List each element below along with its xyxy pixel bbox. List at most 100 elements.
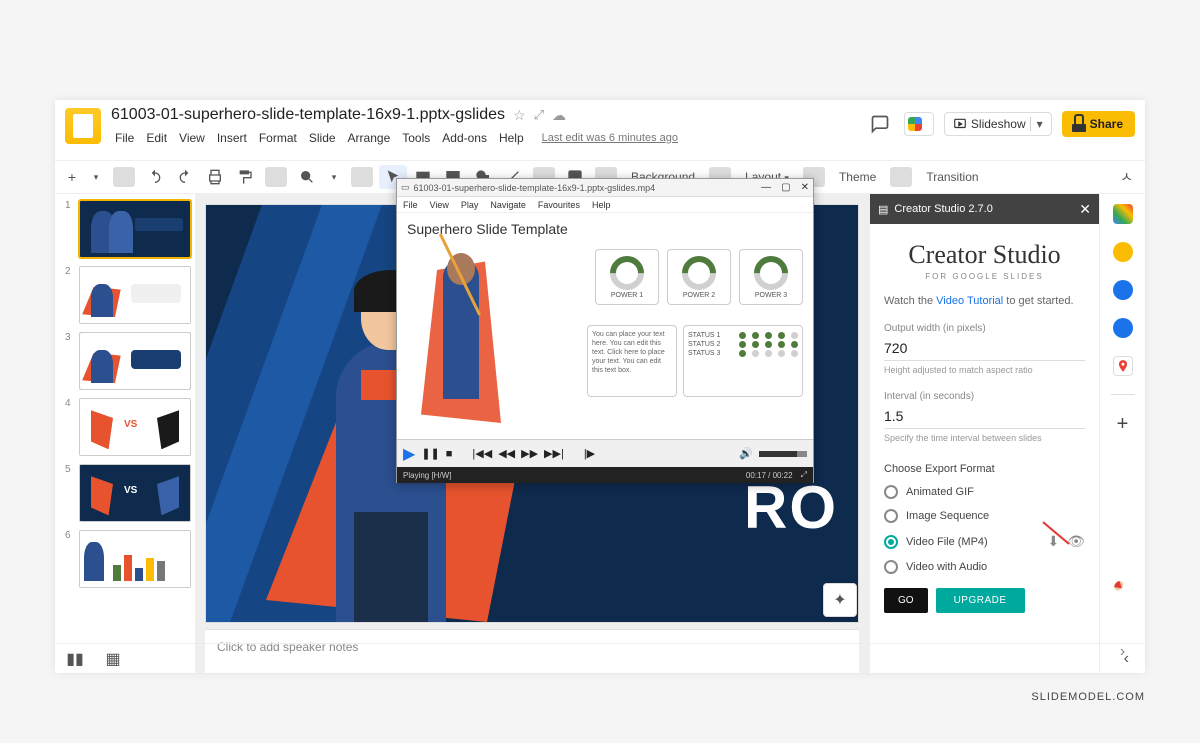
format-imgseq[interactable]: Image Sequence [884,509,1085,523]
rewind-icon[interactable]: ◀◀ [498,447,515,460]
video-textbox: You can place your text here. You can ed… [587,325,677,397]
slideshow-button[interactable]: Slideshow ▾ [944,112,1052,136]
menu-view[interactable]: View [175,129,209,147]
menu-edit[interactable]: Edit [142,129,171,147]
keep-icon[interactable] [1113,242,1133,262]
contacts-icon[interactable] [1113,318,1133,338]
menu-format[interactable]: Format [255,129,301,147]
media-player-window[interactable]: ▭ 61003-01-superhero-slide-template-16x9… [396,178,814,483]
width-label: Output width (in pixels) [884,323,1085,334]
fullscreen-icon[interactable]: ⤢ [801,470,807,480]
interval-hint: Specify the time interval between slides [884,433,1085,443]
format-gif[interactable]: Animated GIF [884,485,1085,499]
close-addon-icon[interactable]: ✕ [1079,201,1091,218]
collapse-filmstrip-icon[interactable]: ‹ [1124,650,1137,668]
volume-slider[interactable] [759,451,807,457]
player-menu-help[interactable]: Help [592,200,611,210]
player-time: 00:17 / 00:22 [746,471,793,480]
thumbnail-3[interactable] [79,332,191,390]
video-hero-illustration [421,253,501,423]
menu-tools[interactable]: Tools [398,129,434,147]
maps-icon[interactable] [1113,356,1133,376]
slides-logo[interactable] [65,108,101,144]
addon-sidebar: ▤ Creator Studio 2.7.0 ✕ Creator Studio … [869,194,1099,673]
undo-icon[interactable] [141,165,169,189]
filmstrip-view-icon[interactable]: ▮▮ [63,649,87,669]
new-slide-icon[interactable]: + [61,165,83,189]
maximize-icon[interactable]: ▢ [781,182,790,193]
zoom-dropdown-icon[interactable]: ▾ [323,168,345,187]
player-menu-view[interactable]: View [430,200,449,210]
view-bar: ▮▮ ▦ ‹ [55,643,1145,673]
slideshow-dropdown-icon[interactable]: ▾ [1030,117,1043,131]
prev-track-icon[interactable]: |◀◀ [472,447,492,460]
format-audio[interactable]: Video with Audio [884,560,1085,574]
toolbar-collapse-icon[interactable]: ㅅ [1114,163,1139,191]
transition-button[interactable]: Transition [918,166,986,188]
interval-input[interactable]: 1.5 [884,404,1085,429]
menu-slide[interactable]: Slide [305,129,340,147]
comments-icon[interactable] [866,110,894,138]
meet-icon[interactable] [904,112,934,136]
star-icon[interactable]: ☆ [513,107,526,124]
explore-button[interactable]: ✦ [823,583,857,617]
addon-title: Creator Studio 2.7.0 [894,203,992,215]
cloud-icon[interactable]: ☁ [552,107,566,124]
format-mp4[interactable]: Video File (MP4) ⬇👁 [884,533,1085,550]
power-2: POWER 2 [667,249,731,305]
pause-icon[interactable]: ❚❚ [421,447,439,460]
redo-icon[interactable] [171,165,199,189]
player-menu-favourites[interactable]: Favourites [538,200,580,210]
go-button[interactable]: GO [884,588,928,613]
side-panel: + › [1099,194,1145,673]
thumbnail-5[interactable]: VS [79,464,191,522]
thumbnail-6[interactable] [79,530,191,588]
grid-view-icon[interactable]: ▦ [101,649,125,669]
close-window-icon[interactable]: ✕ [801,182,809,193]
thumbnail-2[interactable] [79,266,191,324]
theme-button[interactable]: Theme [831,166,884,188]
menubar: File Edit View Insert Format Slide Arran… [111,128,866,148]
last-edit[interactable]: Last edit was 6 minutes ago [538,130,682,146]
menu-insert[interactable]: Insert [213,129,251,147]
move-icon[interactable]: ⤢ [534,107,544,123]
player-menu-file[interactable]: File [403,200,418,210]
thumbnail-4[interactable]: VS [79,398,191,456]
thumbnail-1[interactable] [79,200,191,258]
add-addon-icon[interactable]: + [1117,413,1129,436]
share-button[interactable]: Share [1062,111,1135,137]
next-track-icon[interactable]: ▶▶| [544,447,564,460]
width-input[interactable]: 720 [884,336,1085,361]
addon-brand: Creator Studio [908,240,1060,270]
play-icon[interactable]: ▶ [403,444,415,464]
player-menu-navigate[interactable]: Navigate [490,200,526,210]
print-icon[interactable] [201,165,229,189]
step-icon[interactable]: |▶ [584,447,595,460]
power-3: POWER 3 [739,249,803,305]
tasks-icon[interactable] [1113,280,1133,300]
menu-file[interactable]: File [111,129,138,147]
menu-arrange[interactable]: Arrange [344,129,395,147]
upgrade-button[interactable]: UPGRADE [936,588,1025,613]
video-tutorial-link[interactable]: Video Tutorial [936,295,1003,307]
menu-addons[interactable]: Add-ons [438,129,491,147]
doc-title[interactable]: 61003-01-superhero-slide-template-16x9-1… [111,106,505,124]
player-app-icon: ▭ [401,182,410,193]
paint-format-icon[interactable] [231,165,259,189]
preview-icon[interactable]: 👁 [1067,533,1085,550]
stop-icon[interactable]: ■ [446,448,453,460]
calendar-icon[interactable] [1113,204,1133,224]
minimize-icon[interactable]: — [761,182,771,193]
player-status: Playing [H/W] [403,471,451,480]
filmstrip: 1 2 3 4 VS 5 VS 6 [55,194,195,673]
video-area: Superhero Slide Template POWER 1 POWER 2… [397,213,813,439]
addon-menu-icon[interactable]: ▤ [878,203,888,216]
volume-icon[interactable]: 🔊 [739,447,753,460]
video-slide-title: Superhero Slide Template [407,221,803,237]
addon-brand-subtitle: FOR GOOGLE SLIDES [884,272,1085,281]
menu-help[interactable]: Help [495,129,528,147]
forward-icon[interactable]: ▶▶ [521,447,538,460]
player-menu-play[interactable]: Play [461,200,479,210]
zoom-icon[interactable] [293,165,321,189]
new-slide-dropdown-icon[interactable]: ▾ [85,168,107,187]
